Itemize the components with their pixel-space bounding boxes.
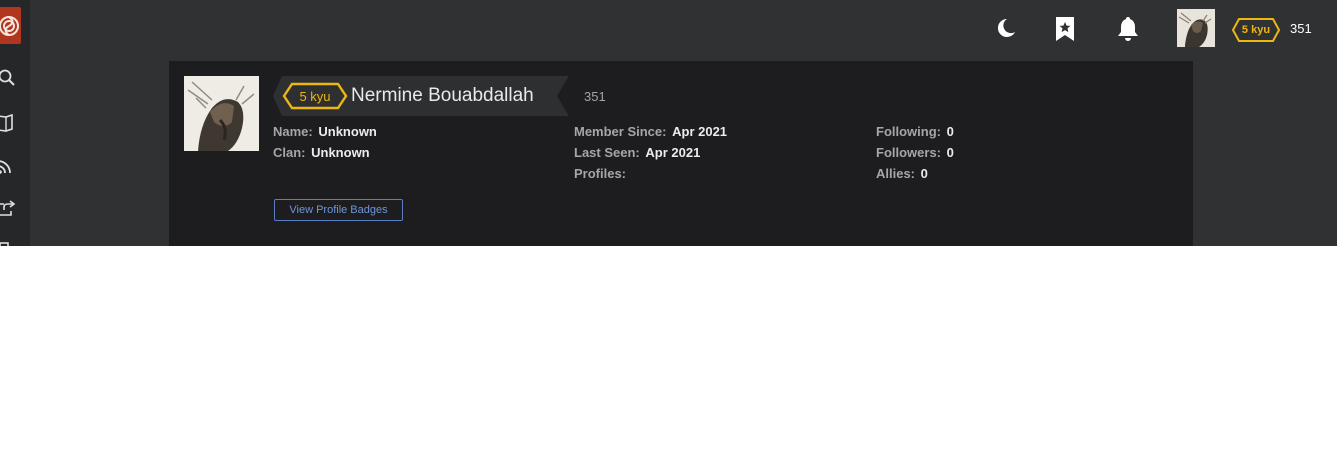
stat-label: Name: bbox=[273, 124, 313, 139]
stat-label: Last Seen: bbox=[574, 145, 640, 160]
honor-score-top: 351 bbox=[1290, 21, 1312, 36]
rank-badge: 5 kyu bbox=[282, 82, 348, 110]
stat-label: Member Since: bbox=[574, 124, 667, 139]
rank-badge-top: 5 kyu bbox=[1231, 17, 1281, 43]
username-banner: 5 kyu Nermine Bouabdallah bbox=[273, 76, 569, 116]
stat-profiles: Profiles: bbox=[574, 165, 727, 186]
stat-label: Followers: bbox=[876, 145, 942, 160]
stat-clan: Clan: Unknown bbox=[273, 144, 377, 165]
stats-column-3: Following: 0 Followers: 0 Allies: 0 bbox=[876, 123, 954, 186]
share-icon[interactable] bbox=[0, 199, 16, 217]
stat-value: Apr 2021 bbox=[645, 145, 701, 160]
profile-avatar bbox=[184, 76, 259, 151]
stats-column-1: Name: Unknown Clan: Unknown bbox=[273, 123, 377, 165]
stat-allies[interactable]: Allies: 0 bbox=[876, 165, 954, 186]
stat-value: 0 bbox=[920, 166, 928, 181]
rss-icon[interactable] bbox=[0, 157, 16, 175]
search-icon[interactable] bbox=[0, 69, 16, 87]
stat-label: Allies: bbox=[876, 166, 916, 181]
stat-value: Unknown bbox=[318, 124, 377, 139]
bell-icon[interactable] bbox=[1116, 16, 1140, 47]
stat-member-since: Member Since: Apr 2021 bbox=[574, 123, 727, 144]
stat-value: 0 bbox=[946, 124, 954, 139]
profile-card: 5 kyu Nermine Bouabdallah 351 Name: Unkn… bbox=[169, 61, 1193, 246]
bookmark-star-icon[interactable] bbox=[1055, 16, 1075, 47]
stat-value: Apr 2021 bbox=[672, 124, 728, 139]
stat-following[interactable]: Following: 0 bbox=[876, 123, 954, 144]
stat-label: Following: bbox=[876, 124, 941, 139]
user-avatar[interactable] bbox=[1177, 9, 1215, 47]
honor-score: 351 bbox=[584, 89, 606, 104]
app-window: 5 kyu 351 5 kyu Nermine Bouabdallah 351 … bbox=[0, 0, 1337, 246]
view-profile-badges-button[interactable]: View Profile Badges bbox=[274, 199, 403, 221]
stat-followers[interactable]: Followers: 0 bbox=[876, 144, 954, 165]
stat-name: Name: Unknown bbox=[273, 123, 377, 144]
rank-label: 5 kyu bbox=[299, 88, 331, 104]
stat-last-seen: Last Seen: Apr 2021 bbox=[574, 144, 727, 165]
rank-label-top: 5 kyu bbox=[1241, 24, 1271, 36]
book-icon[interactable] bbox=[0, 114, 16, 132]
menu-icon[interactable] bbox=[0, 240, 16, 246]
codewars-logo-icon[interactable] bbox=[0, 7, 21, 44]
username: Nermine Bouabdallah bbox=[351, 85, 534, 106]
stat-value: Unknown bbox=[311, 145, 370, 160]
stat-label: Clan: bbox=[273, 145, 306, 160]
sidebar bbox=[0, 0, 30, 246]
stat-label: Profiles: bbox=[574, 166, 627, 181]
stats-column-2: Member Since: Apr 2021 Last Seen: Apr 20… bbox=[574, 123, 727, 186]
stat-value: 0 bbox=[946, 145, 954, 160]
moon-icon[interactable] bbox=[994, 17, 1016, 44]
